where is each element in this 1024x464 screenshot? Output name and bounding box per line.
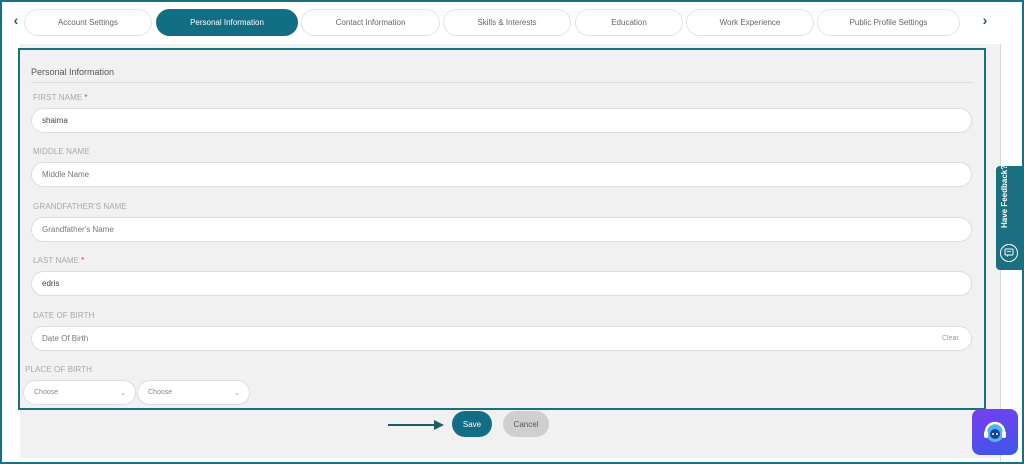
first-name-label-text: FIRST NAME bbox=[33, 93, 83, 102]
date-of-birth-input[interactable] bbox=[31, 326, 972, 351]
cancel-button[interactable]: Cancel bbox=[503, 411, 549, 437]
tab-education[interactable]: Education bbox=[575, 9, 683, 36]
tab-bar: ‹ Account Settings Personal Information … bbox=[0, 0, 1024, 44]
grandfather-name-input[interactable] bbox=[31, 217, 972, 242]
chevron-right-icon[interactable]: › bbox=[977, 12, 993, 28]
required-asterisk: * bbox=[84, 93, 88, 102]
middle-name-input[interactable] bbox=[31, 162, 972, 187]
feedback-icon bbox=[1000, 244, 1018, 262]
last-name-label-text: LAST NAME bbox=[33, 256, 80, 265]
tab-skills-interests[interactable]: Skills & Interests bbox=[443, 9, 571, 36]
annotation-arrow-icon bbox=[388, 420, 444, 430]
tab-public-profile-settings[interactable]: Public Profile Settings bbox=[817, 9, 960, 36]
date-clear-link[interactable]: Clear bbox=[942, 335, 959, 342]
place-of-birth-select-1[interactable]: Choose ⌄ bbox=[23, 380, 136, 405]
tab-account-settings[interactable]: Account Settings bbox=[24, 9, 152, 36]
tab-personal-information[interactable]: Personal Information bbox=[156, 9, 298, 36]
middle-name-label: MIDDLE NAME bbox=[33, 147, 90, 156]
chevron-left-icon[interactable]: ‹ bbox=[8, 12, 24, 28]
first-name-label: FIRST NAME * bbox=[33, 93, 88, 102]
save-button[interactable]: Save bbox=[452, 411, 492, 437]
tab-contact-information[interactable]: Contact Information bbox=[301, 9, 440, 36]
required-asterisk: * bbox=[81, 256, 85, 265]
chevron-down-icon: ⌄ bbox=[120, 390, 126, 397]
select-2-value: Choose bbox=[148, 389, 173, 396]
chat-assistant-button[interactable] bbox=[972, 409, 1018, 455]
date-of-birth-label: DATE OF BIRTH bbox=[33, 311, 95, 320]
have-feedback-label: Have Feedback? bbox=[1000, 164, 1009, 228]
headset-icon bbox=[984, 421, 1006, 442]
last-name-label: LAST NAME * bbox=[33, 256, 84, 265]
grandfather-name-label: GRANDFATHER'S NAME bbox=[33, 202, 127, 211]
section-divider bbox=[31, 82, 973, 83]
last-name-input[interactable] bbox=[31, 271, 972, 296]
tab-work-experience[interactable]: Work Experience bbox=[686, 9, 814, 36]
first-name-input[interactable] bbox=[31, 108, 972, 133]
section-title: Personal Information bbox=[31, 67, 115, 77]
have-feedback-tab[interactable]: Have Feedback? bbox=[996, 164, 1022, 270]
personal-information-form: Personal Information FIRST NAME* MIDDLE … bbox=[18, 48, 986, 410]
place-of-birth-label: PLACE OF BIRTH bbox=[25, 365, 93, 374]
chevron-down-icon: ⌄ bbox=[234, 390, 240, 397]
select-1-value: Choose bbox=[34, 389, 59, 396]
place-of-birth-select-2[interactable]: Choose ⌄ bbox=[137, 380, 250, 405]
